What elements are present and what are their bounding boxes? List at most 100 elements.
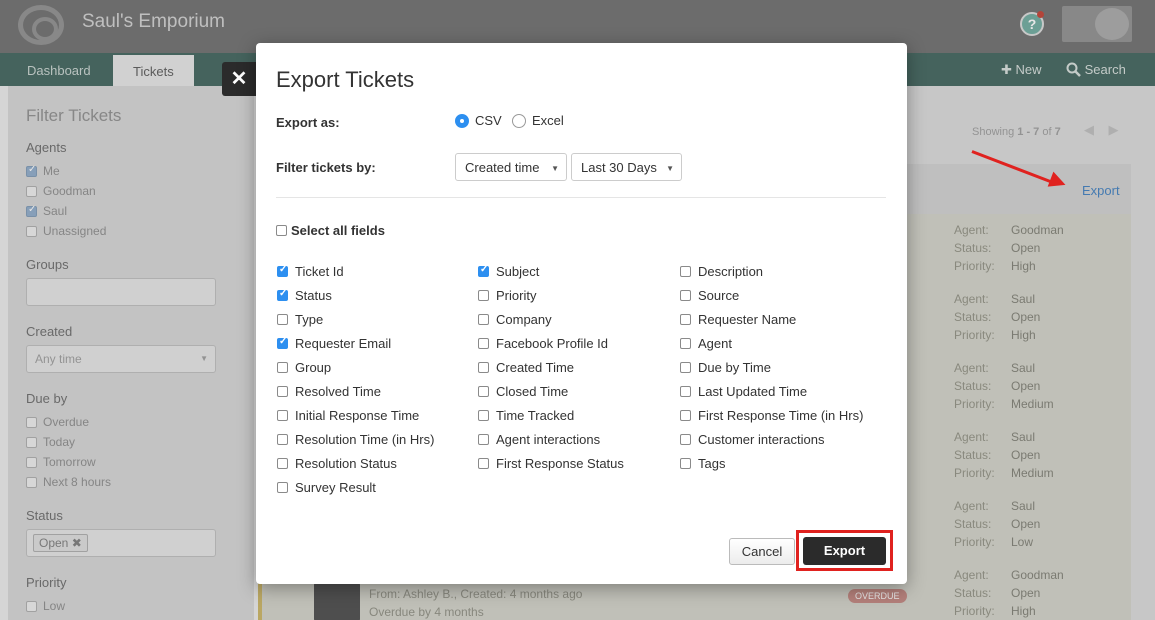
field-checkbox-status[interactable]: Status [277,287,332,303]
checkbox[interactable] [478,457,489,469]
field-checkbox-time-tracked[interactable]: Time Tracked [478,407,574,423]
priority-filter-low[interactable]: Low [26,596,236,616]
field-checkbox-customer-interactions[interactable]: Customer interactions [680,431,824,447]
checkbox[interactable] [26,204,37,217]
checkbox[interactable] [26,476,37,488]
field-checkbox-first-response-time-in-hrs[interactable]: First Response Time (in Hrs) [680,407,863,423]
checkbox[interactable] [26,436,37,448]
checkbox[interactable] [680,265,691,277]
field-checkbox-agent[interactable]: Agent [680,335,732,351]
tab-dashboard[interactable]: Dashboard [27,63,91,78]
checkbox[interactable] [680,361,691,373]
close-icon[interactable]: ✕ [222,62,256,96]
checkbox[interactable] [276,225,287,236]
created-select[interactable]: Any time ▼ [26,345,216,373]
checkbox[interactable] [277,385,288,397]
checkbox[interactable] [277,433,288,445]
field-checkbox-type[interactable]: Type [277,311,323,327]
checkbox[interactable] [277,336,288,349]
filter-field-select[interactable]: Created time ▼ [455,153,567,181]
dueby-filter-overdue[interactable]: Overdue [26,412,236,432]
checkbox[interactable] [478,337,489,349]
checkbox[interactable] [478,289,489,301]
radio-button[interactable] [512,113,526,128]
checkbox[interactable] [277,313,288,325]
format-radio-excel[interactable]: Excel [512,113,564,128]
select-all-fields[interactable]: Select all fields [276,223,385,238]
field-checkbox-requester-email[interactable]: Requester Email [277,335,391,351]
field-checkbox-priority[interactable]: Priority [478,287,536,303]
status-tag[interactable]: Open ✖ [33,534,88,552]
field-checkbox-closed-time[interactable]: Closed Time [478,383,568,399]
status-input[interactable]: Open ✖ [26,529,216,557]
groups-input[interactable] [26,278,216,306]
checkbox[interactable] [478,264,489,277]
avatar[interactable] [1062,6,1132,42]
field-checkbox-resolution-time-in-hrs[interactable]: Resolution Time (in Hrs) [277,431,434,447]
radio-button[interactable] [455,113,469,128]
checkbox[interactable] [478,385,489,397]
checkbox[interactable] [680,385,691,397]
field-checkbox-survey-result[interactable]: Survey Result [277,479,376,495]
checkbox[interactable] [277,409,288,421]
tab-tickets[interactable]: Tickets [113,55,194,86]
new-button[interactable]: ✚ New [1001,62,1042,78]
checkbox[interactable] [478,313,489,325]
checkbox[interactable] [26,600,37,612]
field-checkbox-first-response-status[interactable]: First Response Status [478,455,624,471]
field-checkbox-facebook-profile-id[interactable]: Facebook Profile Id [478,335,608,351]
dueby-filter-next8[interactable]: Next 8 hours [26,472,236,492]
export-button[interactable]: Export [803,537,886,565]
agent-filter-goodman[interactable]: Goodman [26,181,236,201]
checkbox[interactable] [26,185,37,197]
agent-filter-me[interactable]: Me [26,161,236,181]
field-checkbox-last-updated-time[interactable]: Last Updated Time [680,383,807,399]
checkbox[interactable] [277,361,288,373]
export-link[interactable]: Export [1082,183,1120,198]
field-checkbox-created-time[interactable]: Created Time [478,359,574,375]
dueby-filter-tomorrow[interactable]: Tomorrow [26,452,236,472]
list-item[interactable]: From: Ashley B., Created: 4 months ago O… [314,583,1114,620]
filter-range-select[interactable]: Last 30 Days ▼ [571,153,682,181]
field-checkbox-initial-response-time[interactable]: Initial Response Time [277,407,419,423]
checkbox[interactable] [277,264,288,277]
checkbox[interactable] [680,433,691,445]
chevron-right-icon[interactable]: ▶ [1108,122,1118,137]
checkbox[interactable] [277,481,288,493]
checkbox[interactable] [26,456,37,468]
checkbox[interactable] [26,164,37,177]
field-checkbox-group[interactable]: Group [277,359,331,375]
field-checkbox-requester-name[interactable]: Requester Name [680,311,796,327]
chevron-left-icon[interactable]: ◀ [1084,122,1094,137]
field-checkbox-ticket-id[interactable]: Ticket Id [277,263,344,279]
close-icon[interactable]: ✖ [72,536,82,550]
field-checkbox-resolution-status[interactable]: Resolution Status [277,455,397,471]
checkbox[interactable] [277,457,288,469]
checkbox[interactable] [680,289,691,301]
checkbox[interactable] [478,409,489,421]
field-checkbox-agent-interactions[interactable]: Agent interactions [478,431,600,447]
dueby-filter-today[interactable]: Today [26,432,236,452]
field-checkbox-company[interactable]: Company [478,311,552,327]
field-checkbox-description[interactable]: Description [680,263,763,279]
field-checkbox-tags[interactable]: Tags [680,455,725,471]
app-logo-icon[interactable] [18,5,64,45]
field-checkbox-resolved-time[interactable]: Resolved Time [277,383,381,399]
format-radio-csv[interactable]: CSV [455,113,502,128]
checkbox[interactable] [478,433,489,445]
field-checkbox-source[interactable]: Source [680,287,739,303]
agent-filter-unassigned[interactable]: Unassigned [26,221,236,241]
search-button[interactable]: Search [1066,62,1126,77]
cancel-button[interactable]: Cancel [729,538,795,565]
checkbox[interactable] [277,288,288,301]
field-checkbox-due-by-time[interactable]: Due by Time [680,359,771,375]
checkbox[interactable] [478,361,489,373]
checkbox[interactable] [680,457,691,469]
checkbox[interactable] [680,313,691,325]
field-checkbox-subject[interactable]: Subject [478,263,539,279]
checkbox[interactable] [680,337,691,349]
checkbox[interactable] [680,409,691,421]
agent-filter-saul[interactable]: Saul [26,201,236,221]
checkbox[interactable] [26,225,37,237]
checkbox[interactable] [26,416,37,428]
